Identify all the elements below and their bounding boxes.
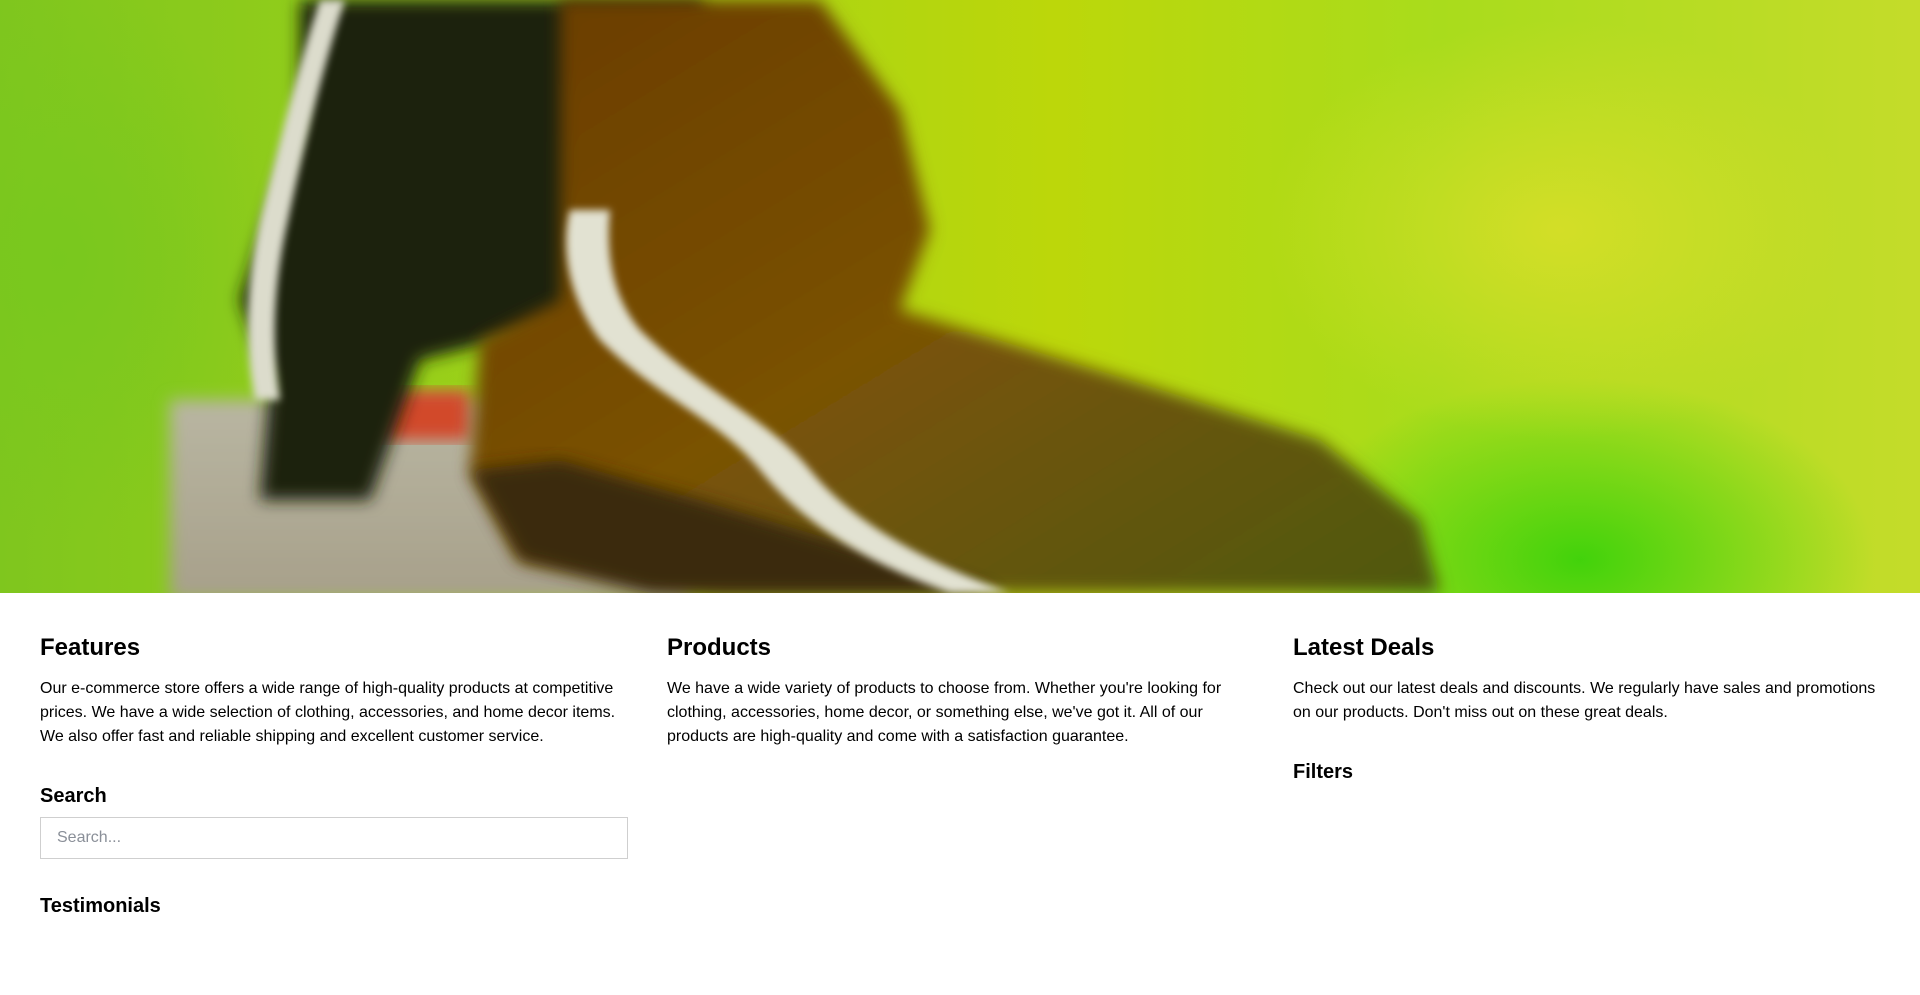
features-column: Features Our e-commerce store offers a w…	[40, 633, 628, 919]
products-text: We have a wide variety of products to ch…	[667, 680, 1222, 745]
search-input[interactable]	[40, 817, 628, 859]
filters-heading: Filters	[1293, 761, 1354, 783]
deals-column: Latest Deals Check out our latest deals …	[1293, 633, 1881, 785]
products-heading: Products	[667, 634, 772, 661]
search-heading: Search	[40, 785, 107, 807]
hero-image	[0, 0, 1920, 593]
features-text: Our e-commerce store offers a wide range…	[40, 680, 616, 745]
testimonials-heading: Testimonials	[40, 895, 161, 917]
shoe-illustration	[170, 0, 1440, 593]
products-column: Products We have a wide variety of produ…	[667, 633, 1255, 749]
deals-text: Check out our latest deals and discounts…	[1293, 680, 1876, 721]
features-heading: Features	[40, 634, 141, 661]
deals-heading: Latest Deals	[1293, 634, 1435, 661]
